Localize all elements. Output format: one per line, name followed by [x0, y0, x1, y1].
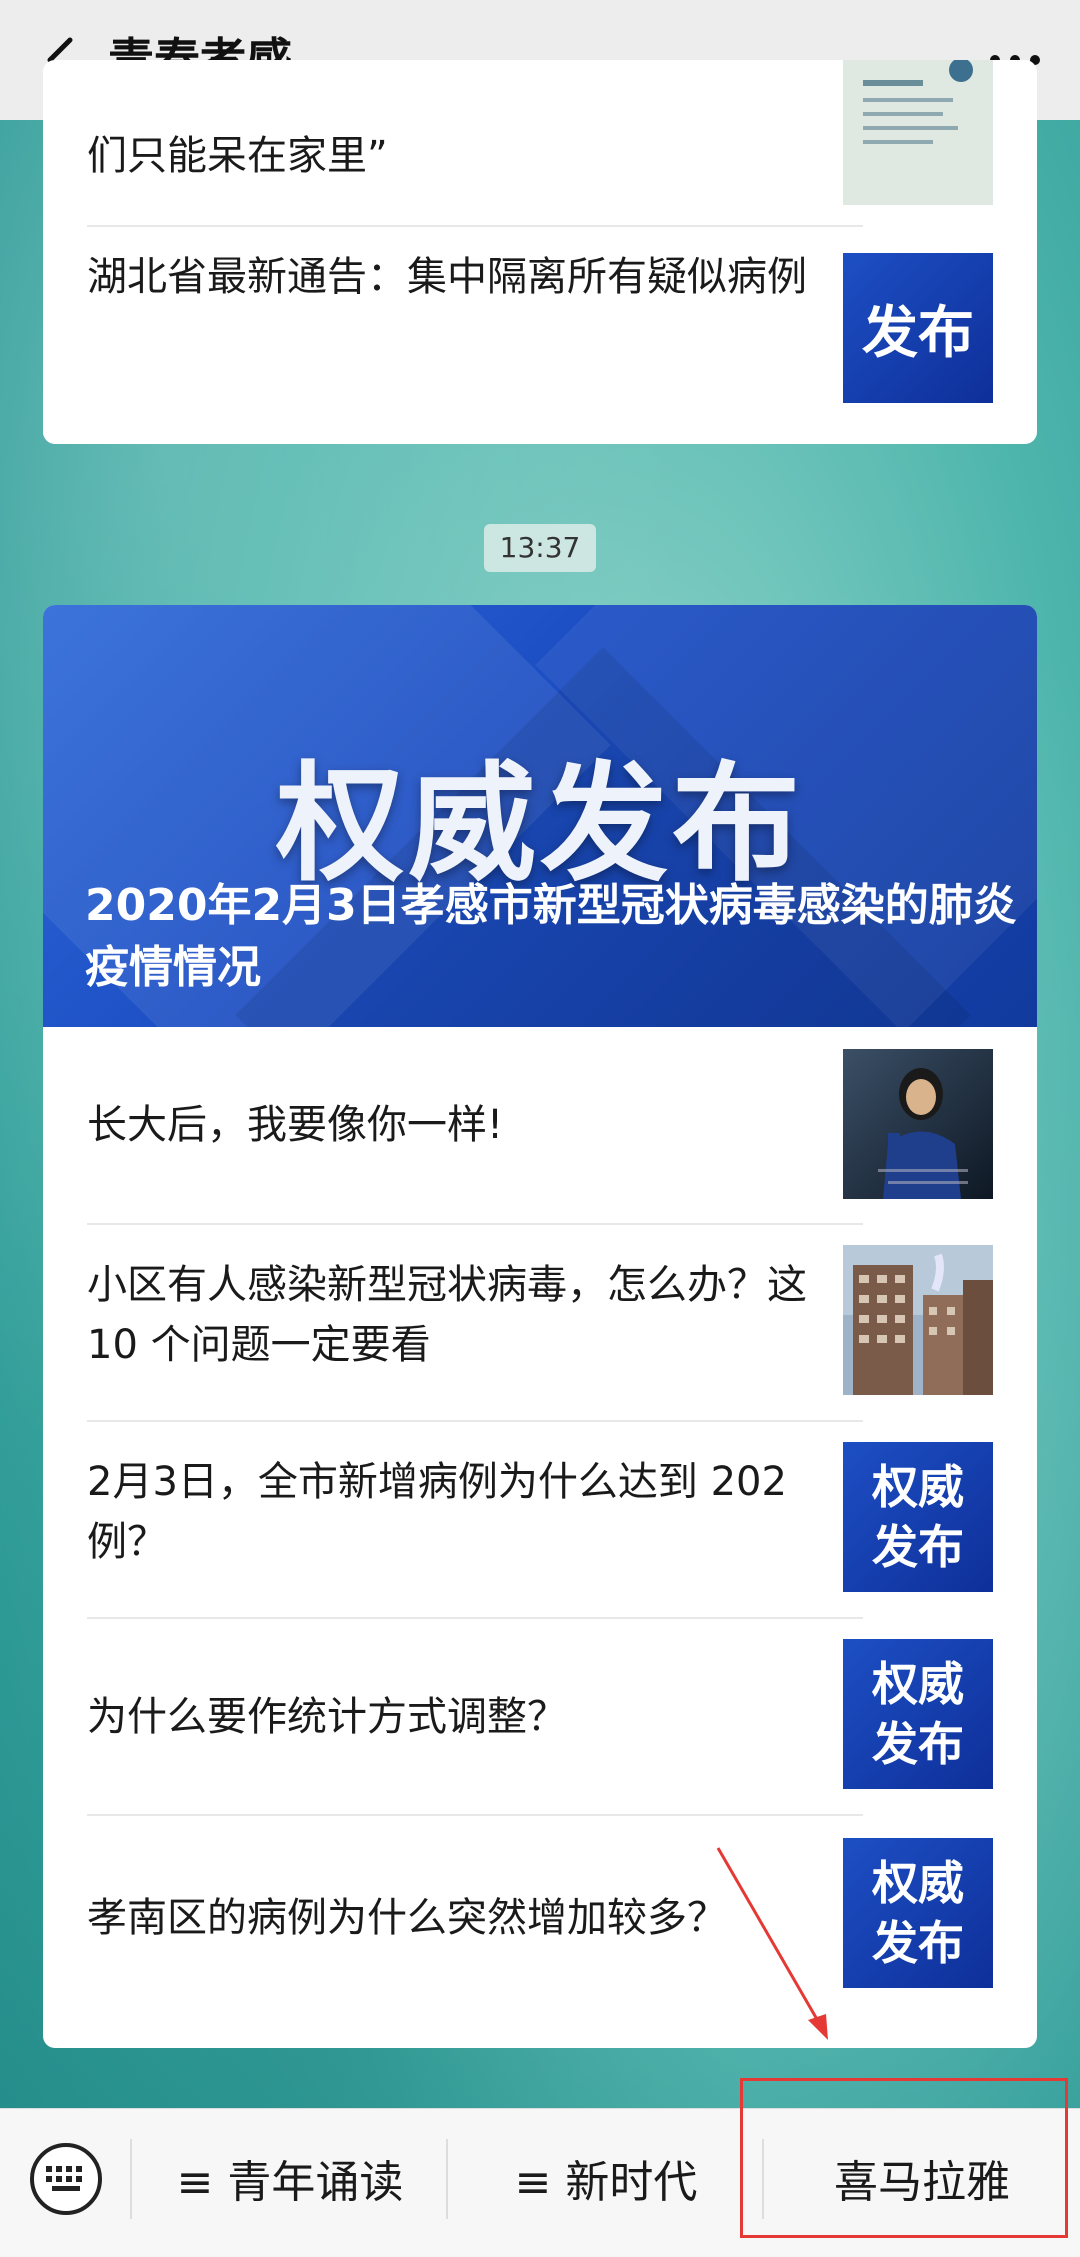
annotation-arrow	[716, 1847, 828, 2040]
